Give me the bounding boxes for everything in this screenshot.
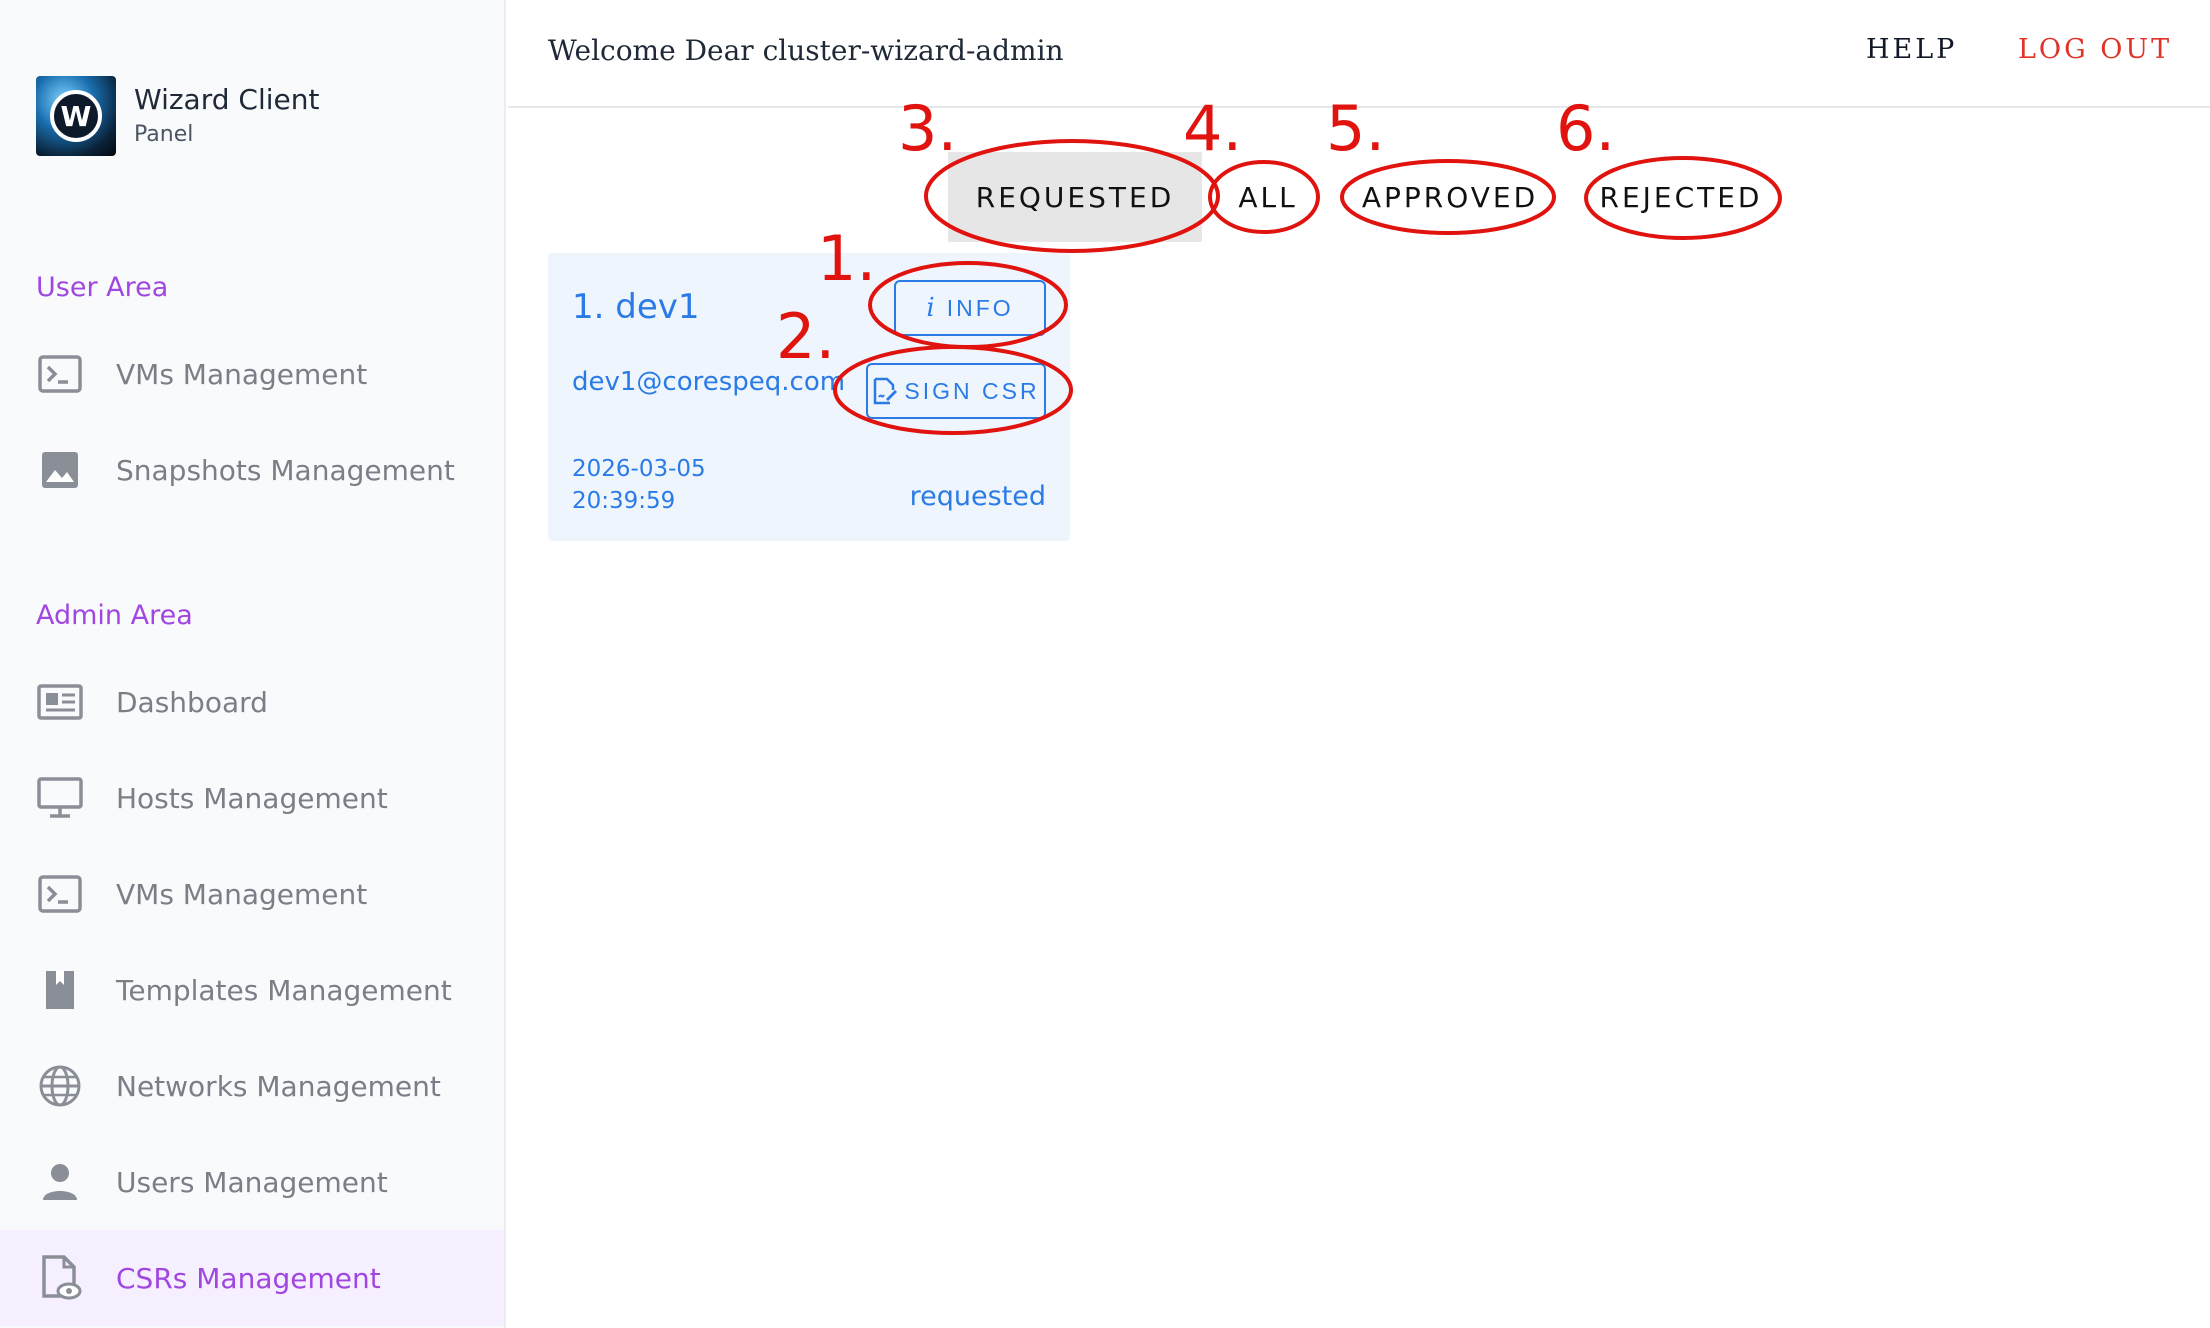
user-icon xyxy=(36,1158,84,1206)
bookmark-icon xyxy=(36,966,84,1014)
sidebar-item-templates-management[interactable]: Templates Management xyxy=(0,942,504,1038)
sidebar-item-hosts-management[interactable]: Hosts Management xyxy=(0,750,504,846)
brand-title: Wizard Client xyxy=(134,83,320,116)
csr-status-label: requested xyxy=(909,481,1046,512)
sidebar-item-user-vms-management[interactable]: VMs Management xyxy=(0,326,504,422)
csr-card: 1. dev1 dev1@corespeq.com 2026-03-05 20:… xyxy=(548,253,1070,541)
sidebar: W Wizard Client Panel User Area VMs Mana… xyxy=(0,0,506,1328)
sidebar-item-label: CSRs Management xyxy=(116,1261,381,1295)
help-button[interactable]: HELP xyxy=(1866,34,1957,65)
sidebar-item-networks-management[interactable]: Networks Management xyxy=(0,1038,504,1134)
terminal-icon xyxy=(36,350,84,398)
annotation-number: 5. xyxy=(1326,92,1386,165)
file-eye-icon xyxy=(36,1254,84,1302)
sidebar-item-dashboard[interactable]: Dashboard xyxy=(0,654,504,750)
sidebar-item-label: Templates Management xyxy=(116,973,452,1007)
terminal-icon xyxy=(36,870,84,918)
logout-button[interactable]: LOG OUT xyxy=(2018,34,2172,65)
sidebar-item-label: Snapshots Management xyxy=(116,453,455,487)
welcome-message: Welcome Dear cluster-wizard-admin xyxy=(548,34,1064,67)
annotation-number: 1. xyxy=(817,222,877,295)
image-icon xyxy=(36,446,84,494)
tab-rejected[interactable]: REJECTED xyxy=(1585,152,1777,242)
csr-card-timestamp: 2026-03-05 20:39:59 xyxy=(572,453,706,517)
csr-card-date: 2026-03-05 xyxy=(572,456,706,482)
sign-csr-button[interactable]: SIGN CSR xyxy=(866,363,1046,419)
tab-all[interactable]: ALL xyxy=(1220,152,1316,242)
info-icon: i xyxy=(926,293,935,323)
sidebar-item-label: Dashboard xyxy=(116,685,268,719)
sign-csr-button-label: SIGN CSR xyxy=(904,377,1040,404)
sidebar-item-label: VMs Management xyxy=(116,877,368,911)
dashboard-icon xyxy=(36,678,84,726)
annotation-number: 3. xyxy=(898,92,958,165)
app-root: W Wizard Client Panel User Area VMs Mana… xyxy=(0,0,2210,1328)
sidebar-item-csrs-management[interactable]: CSRs Management xyxy=(0,1230,504,1326)
sign-document-icon xyxy=(872,377,904,405)
monitor-icon xyxy=(36,774,84,822)
annotation-number: 6. xyxy=(1556,92,1616,165)
sidebar-item-snapshots-management[interactable]: Snapshots Management xyxy=(0,422,504,518)
info-button[interactable]: i INFO xyxy=(894,280,1046,336)
annotation-number: 4. xyxy=(1183,92,1243,165)
sidebar-item-label: Hosts Management xyxy=(116,781,388,815)
brand-subtitle: Panel xyxy=(134,122,194,147)
svg-text:W: W xyxy=(61,100,92,133)
sidebar-item-users-management[interactable]: Users Management xyxy=(0,1134,504,1230)
user-area-title: User Area xyxy=(36,272,169,303)
admin-area-title: Admin Area xyxy=(36,600,193,631)
brand[interactable]: W Wizard Client Panel xyxy=(36,76,319,156)
annotation-number: 2. xyxy=(776,300,836,373)
csr-card-time: 20:39:59 xyxy=(572,488,676,514)
sidebar-item-label: VMs Management xyxy=(116,357,368,391)
globe-icon xyxy=(36,1062,84,1110)
tab-approved[interactable]: APPROVED xyxy=(1350,152,1550,242)
tab-requested[interactable]: REQUESTED xyxy=(948,152,1202,242)
wizard-logo-icon: W xyxy=(36,76,116,156)
info-button-label: INFO xyxy=(946,294,1014,321)
sidebar-item-admin-vms-management[interactable]: VMs Management xyxy=(0,846,504,942)
sidebar-item-label: Users Management xyxy=(116,1165,388,1199)
csr-card-title: 1. dev1 xyxy=(572,287,700,327)
sidebar-item-label: Networks Management xyxy=(116,1069,441,1103)
